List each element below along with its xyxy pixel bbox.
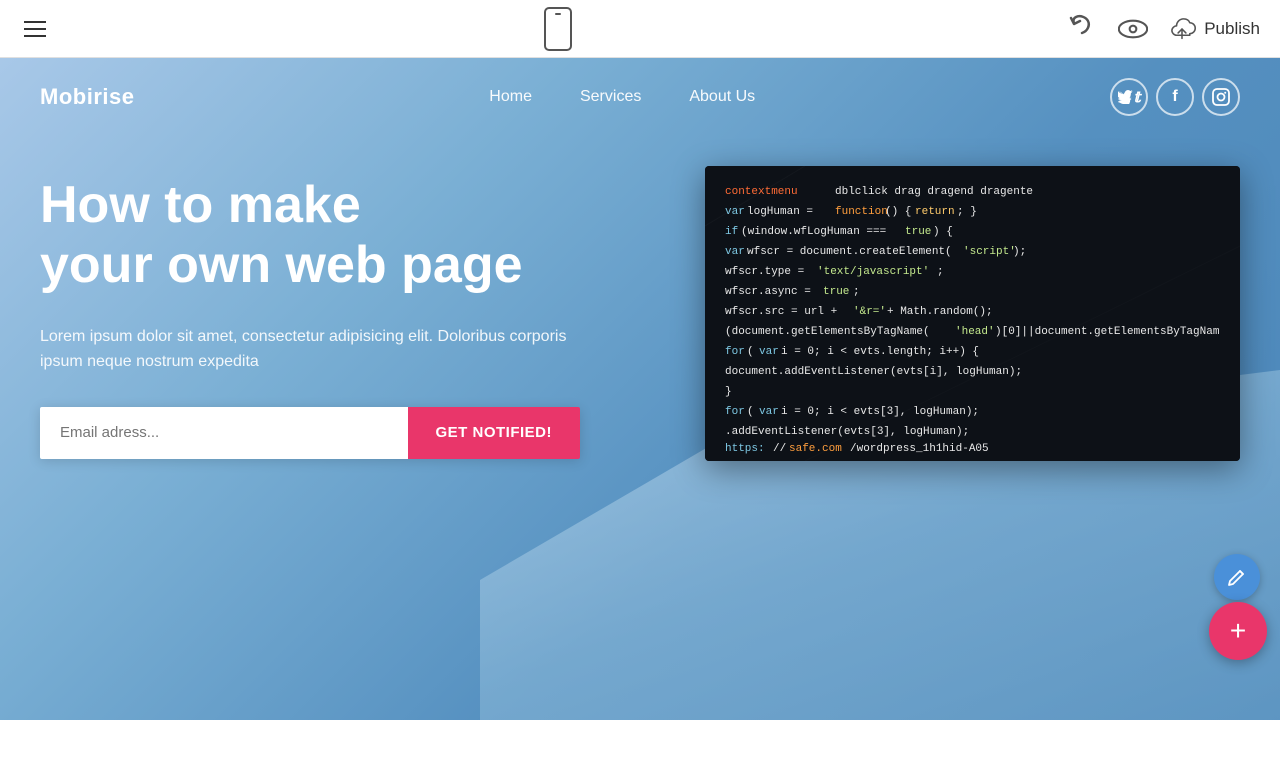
- svg-text:.addEventListener(evts[3], log: .addEventListener(evts[3], logHuman);: [725, 426, 969, 438]
- svg-text:safe.com: safe.com: [789, 443, 842, 455]
- undo-icon: [1066, 13, 1098, 45]
- svg-text:i = 0; i < evts.length; i++) {: i = 0; i < evts.length; i++) {: [781, 346, 979, 358]
- svg-text:)[0]||document.getElementsByTa: )[0]||document.getElementsByTagNam: [995, 326, 1220, 338]
- svg-text:'head': 'head': [955, 326, 995, 338]
- svg-text:true: true: [905, 226, 931, 238]
- svg-text:) {: ) {: [933, 226, 953, 238]
- hero-headline-line2: your own web page: [40, 236, 523, 294]
- svg-text:+ Math.random();: + Math.random();: [887, 306, 993, 318]
- nav-links: Home Services About Us: [465, 80, 779, 114]
- eye-icon: [1118, 18, 1148, 40]
- hamburger-menu-button[interactable]: [20, 17, 50, 41]
- social-icons: 𝕥 f: [1110, 78, 1240, 116]
- svg-text:(window.wfLogHuman ===: (window.wfLogHuman ===: [741, 226, 886, 238]
- svg-text:(document.getElementsByTagName: (document.getElementsByTagName(: [725, 326, 930, 338]
- site-logo: Mobirise: [40, 84, 134, 110]
- hero-content: How to make your own web page Lorem ipsu…: [0, 136, 1280, 461]
- pencil-icon: [1227, 567, 1247, 587]
- svg-text:var: var: [725, 246, 745, 258]
- add-fab-button[interactable]: +: [1209, 602, 1267, 660]
- svg-text:(: (: [747, 406, 754, 418]
- undo-button[interactable]: [1066, 13, 1098, 45]
- hero-subtext: Lorem ipsum dolor sit amet, consectetur …: [40, 324, 570, 375]
- svg-text:dblclick drag dragend dragente: dblclick drag dragend dragente: [835, 186, 1033, 198]
- instagram-icon[interactable]: [1202, 78, 1240, 116]
- preview-button[interactable]: [1118, 18, 1148, 40]
- svg-text:'text/javascript': 'text/javascript': [817, 266, 929, 278]
- svg-text:wfscr.src = url +: wfscr.src = url +: [725, 306, 837, 318]
- svg-text:https:: https:: [725, 443, 765, 455]
- mobile-preview-button[interactable]: [544, 7, 572, 51]
- hero-text: How to make your own web page Lorem ipsu…: [40, 176, 580, 459]
- page-content: Mobirise Home Services About Us 𝕥 f: [0, 58, 1280, 720]
- svg-text:;: ;: [853, 286, 860, 298]
- svg-text:for: for: [725, 346, 745, 358]
- svg-text:() {: () {: [885, 206, 911, 218]
- svg-text:var: var: [759, 406, 779, 418]
- plus-icon: +: [1230, 617, 1246, 645]
- notify-button[interactable]: GET NOTIFIED!: [408, 407, 581, 459]
- svg-text:wfscr.type =: wfscr.type =: [725, 266, 804, 278]
- svg-text://: //: [773, 443, 786, 455]
- publish-button[interactable]: Publish: [1168, 18, 1260, 40]
- svg-text:return: return: [915, 206, 955, 218]
- toolbar: Publish: [0, 0, 1280, 58]
- twitter-icon[interactable]: 𝕥: [1110, 78, 1148, 116]
- svg-text:for: for: [725, 406, 745, 418]
- code-image-svg: contextmenu dblclick drag dragend dragen…: [705, 166, 1240, 461]
- svg-text:;: ;: [937, 266, 944, 278]
- nav-about[interactable]: About Us: [665, 80, 779, 114]
- site-nav: Mobirise Home Services About Us 𝕥 f: [0, 58, 1280, 136]
- email-form: GET NOTIFIED!: [40, 407, 580, 459]
- svg-text:wfscr = document.createElement: wfscr = document.createElement(: [747, 246, 952, 258]
- svg-text:logHuman =: logHuman =: [747, 206, 813, 218]
- svg-text:function: function: [835, 206, 888, 218]
- edit-fab-button[interactable]: [1214, 554, 1260, 600]
- nav-home[interactable]: Home: [465, 80, 556, 114]
- svg-text:'&r=': '&r=': [853, 306, 886, 318]
- hero-headline-line1: How to make: [40, 176, 361, 234]
- svg-text:; }: ; }: [957, 206, 977, 218]
- nav-services[interactable]: Services: [556, 80, 665, 114]
- facebook-icon[interactable]: f: [1156, 78, 1194, 116]
- svg-text:);: );: [1013, 246, 1026, 258]
- code-screenshot: contextmenu dblclick drag dragend dragen…: [705, 166, 1240, 461]
- hero-headline: How to make your own web page: [40, 176, 580, 296]
- svg-text:}: }: [725, 386, 732, 398]
- svg-text:wfscr.async =: wfscr.async =: [725, 286, 811, 298]
- svg-text:(: (: [747, 346, 754, 358]
- svg-text:var: var: [759, 346, 779, 358]
- svg-text:if: if: [725, 226, 738, 238]
- svg-text:i = 0; i < evts[3], logHuman);: i = 0; i < evts[3], logHuman);: [781, 406, 979, 418]
- publish-label: Publish: [1204, 19, 1260, 39]
- svg-text:'script': 'script': [963, 246, 1016, 258]
- publish-cloud-icon: [1168, 18, 1196, 40]
- svg-text:true: true: [823, 286, 849, 298]
- svg-text:/wordpress_1h1hid-A05: /wordpress_1h1hid-A05: [850, 443, 989, 455]
- email-input[interactable]: [40, 407, 408, 459]
